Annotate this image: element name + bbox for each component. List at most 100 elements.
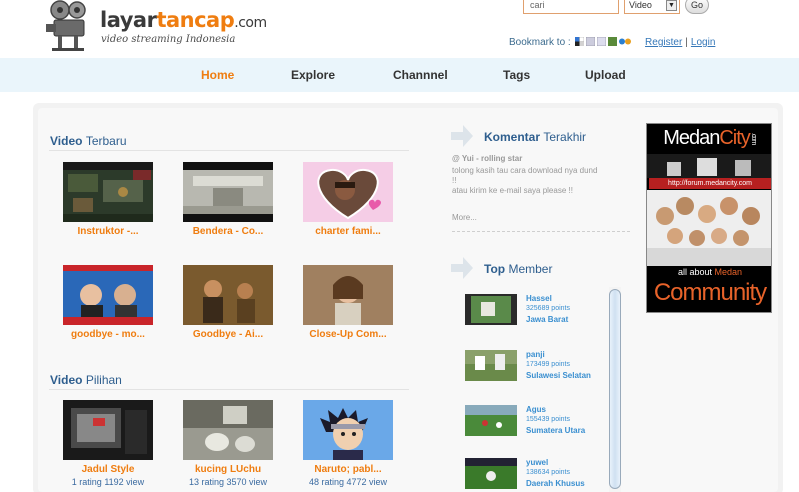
medancity-banner-ad[interactable]: MedanCity.com http://forum.medancity.com… <box>646 123 772 313</box>
video-title[interactable]: charter fami... <box>290 226 406 237</box>
video-thumbnail[interactable] <box>183 162 273 222</box>
video-meta: 1 rating 1192 view <box>71 477 145 487</box>
featured-videos-title: Video Pilihan <box>50 373 122 387</box>
search-input[interactable]: cari <box>523 0 619 14</box>
video-thumbnail[interactable] <box>303 265 393 325</box>
comment-text: tolong kasih tau cara download nya dund … <box>452 166 632 196</box>
member-video-image <box>465 458 517 489</box>
video-meta: 13 rating 3570 view <box>188 477 268 487</box>
member-name[interactable]: Hassel <box>526 294 552 303</box>
ad-brand: MedanCity.com <box>647 127 771 150</box>
member-name[interactable]: Agus <box>526 405 546 414</box>
site-tagline: video streaming Indonesia <box>101 34 236 45</box>
comment-line: atau kirim ke e-mail saya please !! <box>452 186 573 195</box>
video-title[interactable]: goodbye - mo... <box>50 329 166 340</box>
nav-home[interactable]: Home <box>201 68 234 82</box>
arrow-right-icon <box>451 257 473 279</box>
video-title[interactable]: Goodbye - Ai... <box>170 329 286 340</box>
digg-icon[interactable] <box>586 37 596 46</box>
video-thumbnail[interactable] <box>63 265 153 325</box>
member-name[interactable]: yuwel <box>526 458 548 467</box>
nav-tags[interactable]: Tags <box>503 68 530 82</box>
member-points: 173499 points <box>526 361 570 368</box>
more-comments-link[interactable]: More... <box>452 213 477 222</box>
member-points: 155439 points <box>526 416 570 423</box>
member-location: Sulawesi Selatan <box>526 371 591 380</box>
ad-brand-suffix: .com <box>749 133 757 145</box>
login-link[interactable]: Login <box>691 37 715 48</box>
ad-url: http://forum.medancity.com <box>649 178 771 189</box>
member-location: Daerah Khusus <box>526 479 585 488</box>
old-tv-image <box>63 400 153 460</box>
register-link[interactable]: Register <box>645 37 682 48</box>
video-thumbnail[interactable] <box>183 265 273 325</box>
member-location: Sumatera Utara <box>526 426 586 435</box>
nav-upload[interactable]: Upload <box>585 68 626 82</box>
ad-brand-part2: City <box>719 127 750 149</box>
member-points: 325689 points <box>526 305 570 312</box>
member-item[interactable]: panji 173499 points Sulawesi Selatan <box>462 342 610 392</box>
reddit-icon[interactable] <box>597 37 607 46</box>
search-type-select[interactable]: Video ▼ <box>624 0 680 14</box>
video-thumbnail[interactable] <box>63 162 153 222</box>
member-video-image <box>465 405 517 436</box>
cat-video-image <box>183 400 273 460</box>
video-title[interactable]: kucing LUchu <box>170 464 286 475</box>
member-thumbnail[interactable] <box>465 294 517 325</box>
delicious-icon[interactable] <box>575 37 585 46</box>
ad-community-text: Community <box>647 279 771 307</box>
top-members-title: Top Member <box>484 262 552 276</box>
member-points: 138634 points <box>526 469 570 476</box>
go-button[interactable]: Go <box>685 0 709 14</box>
member-video-image <box>465 350 517 381</box>
film-projector-logo-icon[interactable] <box>44 0 94 52</box>
bookmark-row: Bookmark to : Register | Login <box>509 37 715 48</box>
video-title[interactable]: Naruto; pabl... <box>290 464 406 475</box>
logo-text-part1: layar <box>100 8 157 32</box>
arrow-right-icon <box>451 125 473 147</box>
top-member-list: Hassel 325689 points Jawa Barat panji 17… <box>462 286 610 492</box>
nav-explore[interactable]: Explore <box>291 68 335 82</box>
comments-title: Komentar Terakhir <box>484 130 586 144</box>
section-divider <box>452 231 630 232</box>
member-thumbnail[interactable] <box>465 350 517 381</box>
anime-character-image <box>303 400 393 460</box>
featured-videos-title-bold: Video <box>50 373 83 387</box>
comments-title-rest: Terakhir <box>543 130 587 144</box>
ad-community-label: Community <box>653 279 767 306</box>
scrollbar-thumb[interactable] <box>609 289 621 489</box>
section-divider <box>49 150 409 151</box>
member-name[interactable]: panji <box>526 350 545 359</box>
flag-scene-image <box>183 162 273 222</box>
member-thumbnail[interactable] <box>465 405 517 436</box>
latest-videos-title-bold: Video <box>50 134 83 148</box>
tv-show-image <box>63 265 153 325</box>
furl-icon[interactable] <box>608 37 618 46</box>
technorati-icon[interactable] <box>619 37 632 46</box>
video-title[interactable]: Instruktor -... <box>50 226 166 237</box>
video-thumbnail[interactable] <box>303 400 393 460</box>
comment-author[interactable]: @ Yui - rolling star <box>452 154 522 163</box>
video-title[interactable]: Jadul Style <box>50 464 166 475</box>
commercial-scene-image <box>303 265 393 325</box>
video-thumbnail[interactable] <box>183 400 273 460</box>
nav-channel[interactable]: Channnel <box>393 68 448 82</box>
video-thumbnail[interactable] <box>63 400 153 460</box>
member-thumbnail[interactable] <box>465 458 517 489</box>
member-item[interactable]: Hassel 325689 points Jawa Barat <box>462 286 610 336</box>
video-title[interactable]: Close-Up Com... <box>290 329 406 340</box>
member-item[interactable]: Agus 155439 points Sumatera Utara <box>462 397 610 447</box>
chevron-down-icon: ▼ <box>666 0 677 11</box>
latest-videos-title: Video Terbaru <box>50 134 127 148</box>
link-separator: | <box>685 37 688 48</box>
ad-tagline-part2: Medan <box>714 267 743 277</box>
video-title[interactable]: Bendera - Co... <box>170 226 286 237</box>
game-screenshot-image <box>63 162 153 222</box>
film-scene-image <box>183 265 273 325</box>
ad-tagline-part1: all about <box>677 267 712 277</box>
comment-line: tolong kasih tau cara download nya dund <box>452 166 598 175</box>
site-logo-text[interactable]: layartancap.com <box>100 8 267 32</box>
heart-frame-photo-image <box>303 162 393 222</box>
member-item[interactable]: yuwel 138634 points Daerah Khusus <box>462 450 610 492</box>
video-thumbnail[interactable] <box>303 162 393 222</box>
